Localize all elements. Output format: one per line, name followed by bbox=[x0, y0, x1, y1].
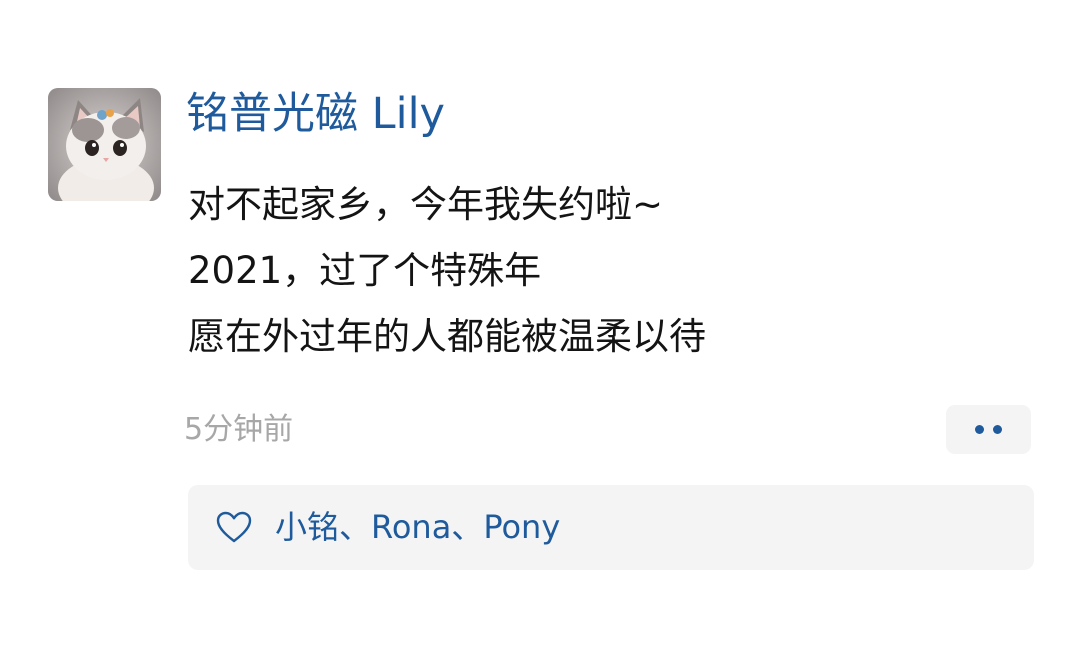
name-separator: 、 bbox=[451, 508, 484, 546]
author-name[interactable]: 铭普光磁 Lily bbox=[186, 86, 445, 142]
more-dots-icon bbox=[993, 425, 1002, 434]
liker-name[interactable]: 小铭 bbox=[275, 508, 339, 546]
name-separator: 、 bbox=[339, 508, 372, 546]
post-timestamp: 5分钟前 bbox=[184, 412, 294, 447]
post-content: 对不起家乡，今年我失约啦~ 2021，过了个特殊年 愿在外过年的人都能被温柔以待 bbox=[188, 172, 1008, 370]
liked-by-list: 小铭、Rona、Pony bbox=[275, 505, 560, 549]
liker-name[interactable]: Rona bbox=[371, 508, 451, 546]
post-line: 2021，过了个特殊年 bbox=[188, 249, 542, 292]
more-actions-button[interactable] bbox=[946, 405, 1031, 454]
kitten-avatar-icon bbox=[48, 88, 161, 201]
heart-outline-icon[interactable] bbox=[216, 511, 252, 544]
post-line: 愿在外过年的人都能被温柔以待 bbox=[188, 315, 706, 358]
liker-name[interactable]: Pony bbox=[483, 508, 560, 546]
post-line: 对不起家乡，今年我失约啦~ bbox=[188, 183, 664, 226]
likes-panel: 小铭、Rona、Pony bbox=[188, 485, 1034, 570]
avatar[interactable] bbox=[48, 88, 161, 201]
more-dots-icon bbox=[975, 425, 984, 434]
